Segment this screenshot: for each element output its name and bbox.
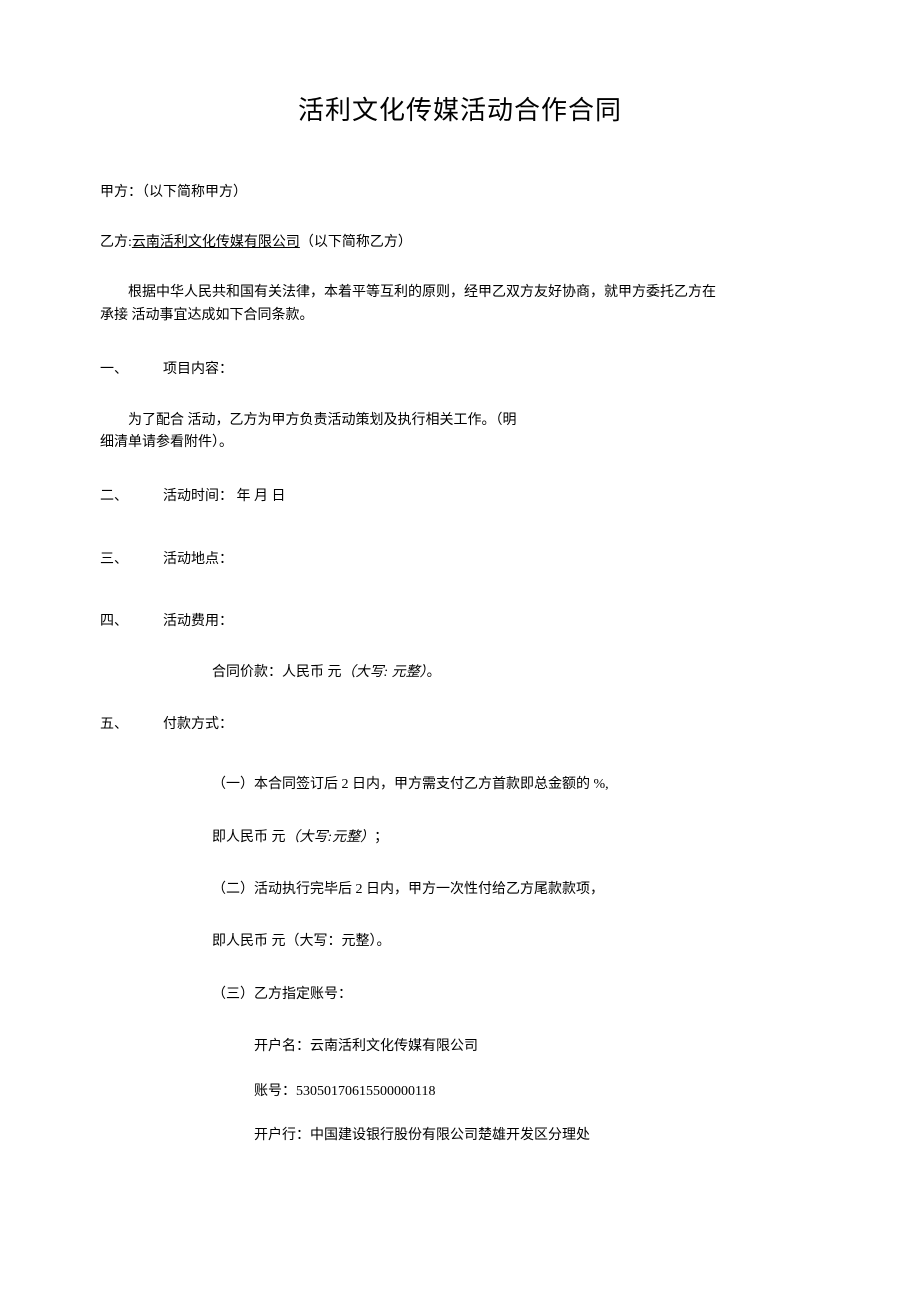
- section-1-num: 一、: [100, 359, 163, 381]
- section-4-price-suffix: 。: [427, 665, 441, 680]
- section-4-header: 四、活动费用：: [100, 611, 820, 633]
- section-5-item-1: （一）本合同签订后 2 日内，甲方需支付乙方首款即总金额的 %,: [100, 774, 820, 796]
- section-4-price-prefix: 合同价款：人民币 元: [212, 665, 342, 680]
- party-b-name: 云南活利文化传媒有限公司: [132, 235, 300, 250]
- section-5-label: 付款方式：: [163, 717, 233, 732]
- section-5-item-2-prefix: 即人民币 元: [212, 830, 286, 845]
- account-bank: 开户行：中国建设银行股份有限公司楚雄开发区分理处: [100, 1125, 820, 1147]
- section-1-body-line-1: 为了配合 活动，乙方为甲方负责活动策划及执行相关工作。（明: [100, 410, 820, 432]
- section-5-header: 五、付款方式：: [100, 714, 820, 736]
- section-2-label: 活动时间： 年 月 日: [163, 489, 286, 504]
- account-name: 开户名：云南活利文化传媒有限公司: [100, 1036, 820, 1058]
- party-a-line: 甲方：（以下简称甲方）: [100, 182, 820, 204]
- section-4-num: 四、: [100, 611, 163, 633]
- party-b-prefix: 乙方:: [100, 235, 132, 250]
- section-4-label: 活动费用：: [163, 614, 233, 629]
- section-1-body: 为了配合 活动，乙方为甲方负责活动策划及执行相关工作。（明 细清单请参看附件）。: [100, 410, 820, 455]
- section-4-price: 合同价款：人民币 元（大写: 元整）。: [100, 662, 820, 684]
- section-1-body-line-2: 细清单请参看附件）。: [100, 432, 820, 454]
- party-b-suffix: （以下简称乙方）: [300, 235, 412, 250]
- section-3-num: 三、: [100, 549, 163, 571]
- section-5-item-2-suffix: ；: [374, 830, 388, 845]
- document-page: 活利文化传媒活动合作合同 甲方：（以下简称甲方） 乙方:云南活利文化传媒有限公司…: [0, 0, 920, 1303]
- section-2-num: 二、: [100, 486, 163, 508]
- section-1-label: 项目内容：: [163, 362, 233, 377]
- section-1-header: 一、项目内容：: [100, 359, 820, 381]
- section-2: 二、活动时间： 年 月 日: [100, 486, 820, 508]
- section-3: 三、活动地点：: [100, 549, 820, 571]
- section-5-item-4: 即人民币 元（大写：元整）。: [100, 931, 820, 953]
- preamble: 根据中华人民共和国有关法律，本着平等互利的原则，经甲乙双方友好协商，就甲方委托乙…: [100, 282, 820, 327]
- section-5-item-2: 即人民币 元（大写:元整）；: [100, 827, 820, 849]
- preamble-line-1: 根据中华人民共和国有关法律，本着平等互利的原则，经甲乙双方友好协商，就甲方委托乙…: [100, 282, 820, 304]
- section-5-item-5: （三）乙方指定账号：: [100, 984, 820, 1006]
- party-b-line: 乙方:云南活利文化传媒有限公司（以下简称乙方）: [100, 232, 820, 254]
- section-5-num: 五、: [100, 714, 163, 736]
- account-number: 账号：53050170615500000118: [100, 1081, 820, 1103]
- section-4-price-italic: （大写: 元整）: [342, 665, 427, 680]
- section-5-item-3: （二）活动执行完毕后 2 日内，甲方一次性付给乙方尾款款项，: [100, 879, 820, 901]
- section-3-label: 活动地点：: [163, 552, 233, 567]
- preamble-line-2: 承接 活动事宜达成如下合同条款。: [100, 305, 820, 327]
- section-5-item-2-italic: （大写:元整）: [286, 830, 375, 845]
- document-title: 活利文化传媒活动合作合同: [100, 90, 820, 132]
